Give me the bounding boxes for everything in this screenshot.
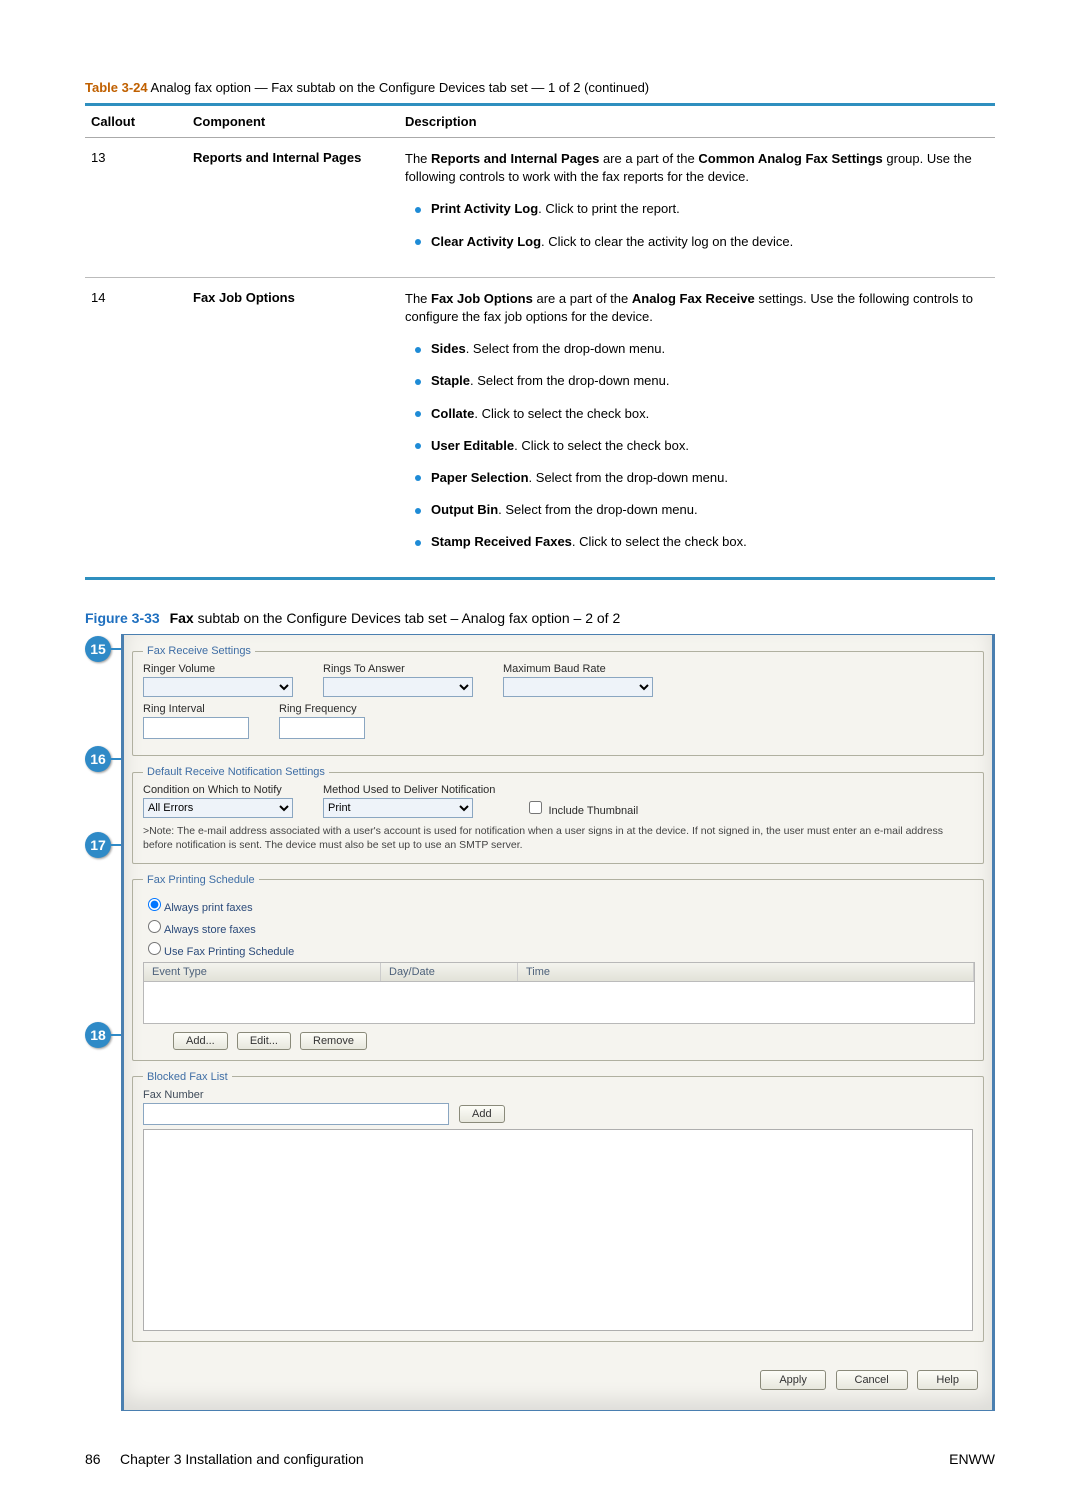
method-label: Method Used to Deliver Notification <box>323 784 495 796</box>
ring-interval-label: Ring Interval <box>143 703 249 715</box>
enww-label: ENWW <box>949 1451 995 1467</box>
screenshot-panel: Fax Receive Settings Ringer Volume Rings… <box>121 634 995 1410</box>
figure-caption: Figure 3-33 Fax subtab on the Configure … <box>85 610 995 626</box>
always-store-label: Always store faxes <box>164 924 256 936</box>
fax-number-input[interactable] <box>143 1103 449 1125</box>
table-caption: Table 3-24 Analog fax option — Fax subta… <box>85 80 995 95</box>
component-name: Reports and Internal Pages <box>193 150 361 165</box>
table-caption-text: Analog fax option — Fax subtab on the Co… <box>148 80 650 95</box>
apply-button[interactable]: Apply <box>760 1370 826 1390</box>
description-cell: The Fax Job Options are a part of the An… <box>399 277 995 579</box>
table-header-row: Callout Component Description <box>85 105 995 138</box>
callout-column: 15 16 17 18 <box>85 634 121 1410</box>
chapter-label: Chapter 3 Installation and configuration <box>120 1451 364 1467</box>
bullet-icon <box>415 475 421 481</box>
component-name: Fax Job Options <box>193 290 295 305</box>
max-baud-select[interactable] <box>503 677 653 697</box>
bullet-icon <box>415 379 421 385</box>
component-cell: Reports and Internal Pages <box>187 138 399 278</box>
condition-select[interactable]: All Errors <box>143 798 293 818</box>
fax-printing-schedule-group: Fax Printing Schedule Always print faxes… <box>132 874 984 1061</box>
callout-ball-17: 17 <box>85 832 111 858</box>
page-footer: 86 Chapter 3 Installation and configurat… <box>85 1451 995 1467</box>
list-item: Stamp Received Faxes. Click to select th… <box>415 533 989 551</box>
table-number: Table 3-24 <box>85 80 148 95</box>
add-fax-button[interactable]: Add <box>459 1105 505 1123</box>
rings-to-answer-select[interactable] <box>323 677 473 697</box>
col-event-type: Event Type <box>144 963 381 981</box>
ring-interval-input[interactable] <box>143 717 249 739</box>
include-thumbnail-checkbox[interactable] <box>529 801 542 814</box>
callout-cell: 14 <box>85 277 187 579</box>
page-number: 86 <box>85 1451 101 1467</box>
callout-cell: 13 <box>85 138 187 278</box>
help-button[interactable]: Help <box>917 1370 978 1390</box>
notification-note: >Note: The e-mail address associated wit… <box>143 825 973 852</box>
include-thumbnail-label: Include Thumbnail <box>548 805 638 817</box>
fax-receive-settings-group: Fax Receive Settings Ringer Volume Rings… <box>132 645 984 756</box>
list-item: Output Bin. Select from the drop-down me… <box>415 501 989 519</box>
description-cell: The Reports and Internal Pages are a par… <box>399 138 995 278</box>
use-schedule-label: Use Fax Printing Schedule <box>164 946 294 958</box>
col-time: Time <box>518 963 974 981</box>
figure-rest: subtab on the Configure Devices tab set … <box>194 610 621 626</box>
max-baud-label: Maximum Baud Rate <box>503 663 653 675</box>
use-schedule-radio[interactable] <box>148 942 161 955</box>
remove-button[interactable]: Remove <box>300 1032 367 1050</box>
add-button[interactable]: Add... <box>173 1032 228 1050</box>
component-cell: Fax Job Options <box>187 277 399 579</box>
fax-number-label: Fax Number <box>143 1089 204 1101</box>
method-select[interactable]: Print <box>323 798 473 818</box>
list-item: User Editable. Click to select the check… <box>415 437 989 455</box>
figure-bold: Fax <box>170 610 194 626</box>
ringer-volume-select[interactable] <box>143 677 293 697</box>
header-component: Component <box>187 105 399 138</box>
bullet-icon <box>415 411 421 417</box>
edit-button[interactable]: Edit... <box>237 1032 291 1050</box>
figure-number: Figure 3-33 <box>85 610 160 626</box>
bullet-icon <box>415 443 421 449</box>
dialog-buttons: Apply Cancel Help <box>132 1370 984 1390</box>
header-description: Description <box>399 105 995 138</box>
schedule-table: Event Type Day/Date Time <box>143 962 975 1024</box>
component-table: Callout Component Description 13 Reports… <box>85 103 995 580</box>
bullet-icon <box>415 508 421 514</box>
table-row: 13 Reports and Internal Pages The Report… <box>85 138 995 278</box>
table-row: 14 Fax Job Options The Fax Job Options a… <box>85 277 995 579</box>
always-store-radio[interactable] <box>148 920 161 933</box>
condition-label: Condition on Which to Notify <box>143 784 293 796</box>
bullet-icon <box>415 347 421 353</box>
group-legend: Fax Printing Schedule <box>143 874 259 886</box>
always-print-radio[interactable] <box>148 898 161 911</box>
list-item: Print Activity Log. Click to print the r… <box>415 200 989 218</box>
col-day-date: Day/Date <box>381 963 518 981</box>
rings-to-answer-label: Rings To Answer <box>323 663 473 675</box>
list-item: Sides. Select from the drop-down menu. <box>415 340 989 358</box>
callout-ball-16: 16 <box>85 746 111 772</box>
ringer-volume-label: Ringer Volume <box>143 663 293 675</box>
ring-frequency-input[interactable] <box>279 717 365 739</box>
blocked-fax-list-group: Blocked Fax List Fax Number Add <box>132 1071 984 1342</box>
always-print-label: Always print faxes <box>164 902 253 914</box>
list-item: Staple. Select from the drop-down menu. <box>415 372 989 390</box>
bullet-icon <box>415 207 421 213</box>
bullet-icon <box>415 239 421 245</box>
ring-frequency-label: Ring Frequency <box>279 703 365 715</box>
default-receive-notification-group: Default Receive Notification Settings Co… <box>132 766 984 863</box>
schedule-header: Event Type Day/Date Time <box>144 963 974 982</box>
figure-wrap: 15 16 17 18 Fax Receive Settings Ringer … <box>85 634 995 1410</box>
list-item: Clear Activity Log. Click to clear the a… <box>415 233 989 251</box>
callout-ball-15: 15 <box>85 636 111 662</box>
list-item: Collate. Click to select the check box. <box>415 405 989 423</box>
cancel-button[interactable]: Cancel <box>836 1370 908 1390</box>
callout-ball-18: 18 <box>85 1022 111 1048</box>
blocked-fax-listbox[interactable] <box>143 1129 973 1331</box>
list-item: Paper Selection. Select from the drop-do… <box>415 469 989 487</box>
bullet-icon <box>415 540 421 546</box>
group-legend: Fax Receive Settings <box>143 645 255 657</box>
group-legend: Blocked Fax List <box>143 1071 232 1083</box>
header-callout: Callout <box>85 105 187 138</box>
group-legend: Default Receive Notification Settings <box>143 766 329 778</box>
